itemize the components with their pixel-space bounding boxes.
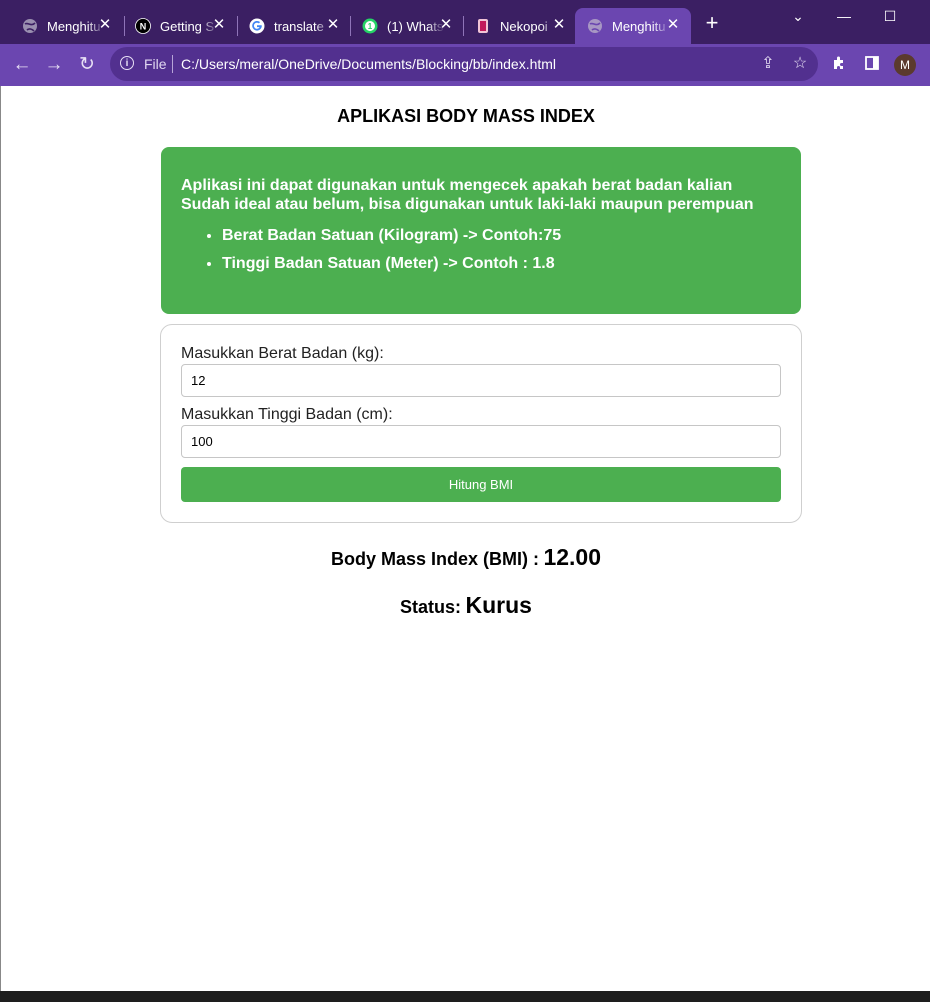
tab-title: (1) Whats bbox=[387, 18, 444, 34]
tab-menghitung-active[interactable]: Menghitu ✕ bbox=[575, 8, 691, 44]
info-item-height: Tinggi Badan Satuan (Meter) -> Contoh : … bbox=[222, 254, 781, 273]
page-title: APLIKASI BODY MASS INDEX bbox=[337, 106, 595, 126]
tab-translate[interactable]: translate ✕ bbox=[227, 8, 351, 44]
scheme-label: File bbox=[144, 56, 167, 72]
status-value: Kurus bbox=[465, 592, 532, 618]
tab-title: Getting S bbox=[160, 18, 215, 34]
minimize-icon[interactable]: — bbox=[834, 6, 854, 26]
back-arrow-icon[interactable]: ← bbox=[10, 53, 34, 77]
forward-arrow-icon[interactable]: → bbox=[42, 53, 66, 77]
tab-title: translate bbox=[274, 18, 324, 34]
nekopoi-icon bbox=[478, 19, 488, 33]
bmi-result-value: 12.00 bbox=[543, 544, 602, 570]
close-icon[interactable]: ✕ bbox=[438, 17, 454, 33]
address-bar[interactable]: i File C:/Users/meral/OneDrive/Documents… bbox=[110, 47, 818, 81]
svg-text:1: 1 bbox=[368, 22, 373, 31]
side-panel-icon[interactable] bbox=[862, 55, 882, 75]
tab-search-chevron-icon[interactable]: ⌄ bbox=[788, 6, 808, 26]
bmi-form: Masukkan Berat Badan (kg): Masukkan Ting… bbox=[160, 324, 802, 523]
calculate-bmi-button[interactable]: Hitung BMI bbox=[181, 467, 781, 502]
svg-text:N: N bbox=[140, 22, 147, 32]
height-input[interactable] bbox=[181, 425, 781, 458]
weight-input[interactable] bbox=[181, 364, 781, 397]
nextjs-icon: N bbox=[135, 18, 151, 34]
info-item-weight: Berat Badan Satuan (Kilogram) -> Contoh:… bbox=[222, 226, 781, 245]
close-icon[interactable]: ✕ bbox=[325, 17, 341, 33]
status-result: Status: Kurus bbox=[1, 592, 930, 619]
profile-avatar[interactable]: M bbox=[894, 54, 916, 76]
new-tab-plus-icon[interactable]: + bbox=[703, 12, 721, 34]
close-icon[interactable]: ✕ bbox=[551, 17, 567, 33]
maximize-icon[interactable]: ☐ bbox=[880, 6, 900, 26]
reload-icon[interactable]: ↻ bbox=[75, 53, 99, 77]
tab-menghitung-1[interactable]: Menghitu ✕ bbox=[0, 8, 123, 44]
browser-toolbar: ← → ↻ i File C:/Users/meral/OneDrive/Doc… bbox=[0, 44, 930, 86]
page-viewport: APLIKASI BODY MASS INDEX Aplikasi ini da… bbox=[0, 86, 930, 991]
weight-label: Masukkan Berat Badan (kg): bbox=[181, 345, 384, 362]
tab-title: Nekopoi bbox=[500, 18, 548, 34]
tab-whatsapp[interactable]: 1 (1) Whats ✕ bbox=[340, 8, 464, 44]
info-description: Aplikasi ini dapat digunakan untuk menge… bbox=[181, 177, 754, 213]
close-icon[interactable]: ✕ bbox=[211, 17, 227, 33]
close-icon[interactable]: ✕ bbox=[665, 17, 681, 33]
extensions-puzzle-icon[interactable] bbox=[830, 55, 850, 75]
whatsapp-icon: 1 bbox=[362, 18, 378, 34]
tab-getting-started[interactable]: N Getting S ✕ bbox=[113, 8, 237, 44]
bmi-result: Body Mass Index (BMI) : 12.00 bbox=[1, 544, 930, 571]
close-icon[interactable]: ✕ bbox=[97, 17, 113, 33]
height-label: Masukkan Tinggi Badan (cm): bbox=[181, 406, 393, 423]
tab-strip: Menghitu ✕ N Getting S ✕ translate ✕ 1 (… bbox=[0, 0, 930, 44]
address-divider bbox=[172, 55, 173, 73]
bmi-result-label: Body Mass Index (BMI) : bbox=[330, 549, 539, 569]
bookmark-star-icon[interactable]: ☆ bbox=[790, 54, 810, 74]
status-label: Status: bbox=[400, 597, 462, 617]
google-icon bbox=[249, 18, 265, 34]
os-taskbar bbox=[0, 991, 930, 1002]
info-panel: Aplikasi ini dapat digunakan untuk menge… bbox=[161, 147, 801, 314]
tab-title: Menghitu bbox=[612, 18, 666, 34]
info-icon[interactable]: i bbox=[120, 56, 134, 70]
info-list: Berat Badan Satuan (Kilogram) -> Contoh:… bbox=[181, 226, 781, 273]
tab-nekopoi[interactable]: Nekopoi ✕ bbox=[453, 8, 577, 44]
globe-icon bbox=[588, 19, 602, 33]
share-icon[interactable]: ⇪ bbox=[758, 54, 778, 74]
url-text[interactable]: C:/Users/meral/OneDrive/Documents/Blocki… bbox=[181, 56, 556, 72]
globe-icon bbox=[23, 19, 37, 33]
